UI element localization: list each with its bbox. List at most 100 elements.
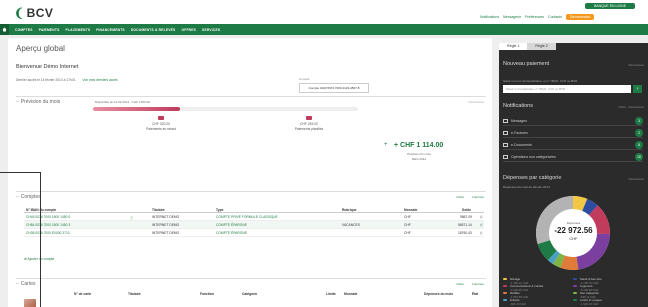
available-label: Disponible au 14.02.2014 : CHF 1'360.00 (95, 100, 150, 104)
col-card-number[interactable]: N° de carte (74, 292, 91, 296)
preferences-link[interactable]: Préférences (525, 15, 544, 19)
notification-efactures[interactable]: e-Factures 2 (503, 128, 643, 138)
info-icon[interactable]: ⓘ (130, 215, 133, 220)
donut-label: Dépenses (566, 221, 581, 225)
spending-period: Dépenses du mois de Février 2014 (503, 185, 550, 189)
table-row[interactable]: CH38 0076 7000 E0000 3713 INTERNET DEMO … (24, 229, 484, 237)
accounts-print-link[interactable]: Imprimer (472, 195, 484, 199)
cards-section-header[interactable]: – Cartes Ordre Imprimer (16, 278, 486, 287)
legend-swatch (573, 285, 577, 288)
welcome-text: Bienvenue Démo Internet (16, 64, 79, 70)
spending-title: Dépenses par catégorie (503, 175, 562, 181)
accounts-order-link[interactable]: Ordre (456, 195, 464, 199)
notification-label: Opérations non catégorisées (511, 155, 556, 159)
table-header: N° de carte Titulaire Fonction Catégorie… (24, 290, 484, 297)
notification-edocuments[interactable]: e-Documents 8 (503, 140, 643, 150)
donut-currency: CHF (569, 236, 578, 241)
plus-icon: + (384, 142, 388, 148)
last-access-text: Dernier accès le 14 février 2014 à 17h01 (16, 78, 76, 82)
late-payments-icon (158, 116, 164, 120)
cards-title: Cartes (20, 281, 36, 287)
col-card-limit[interactable]: Limite (326, 292, 336, 296)
col-card-state[interactable]: État (472, 292, 478, 296)
new-payment-settings[interactable]: Paramètres (628, 63, 644, 67)
row-iban[interactable]: CH84 0076 7000 1800 1450 3 (26, 223, 70, 227)
home-button[interactable] (0, 24, 9, 35)
planned-payments-label[interactable]: Paiements planifiés (279, 127, 339, 131)
tab-regle-2[interactable]: Réglé 2 (527, 43, 556, 50)
nav-services[interactable]: SERVICES (202, 28, 220, 32)
nav-payments[interactable]: PAIEMENTS (39, 28, 60, 32)
messaging-link[interactable]: Messagerie (503, 15, 521, 19)
col-card-spending[interactable]: Dépenses du mois (424, 292, 453, 296)
account-select[interactable]: Compte 0100 5974.7000.4123-4567-8 (299, 83, 369, 93)
row-balance: 9867.09 (460, 215, 472, 219)
row-rubrique: VACANCES (342, 223, 360, 227)
notifications-order[interactable]: Ordre (618, 105, 626, 109)
col-currency[interactable]: Monnaie (404, 208, 417, 212)
col-iban[interactable]: N° IBAN du compte (26, 208, 56, 212)
nav-offers[interactable]: OFFRES (181, 28, 196, 32)
cards-print-link[interactable]: Imprimer (472, 282, 484, 286)
sidebar: Réglé 1 Réglé 2 Nouveau paiement Paramèt… (499, 43, 648, 307)
table-row[interactable]: CH84 0076 7000 1800 1450 3 INTERNET DEMO… (24, 221, 484, 229)
col-balance[interactable]: Solde (462, 208, 471, 212)
notifications-link[interactable]: Notifications (480, 15, 499, 19)
row-holder: INTERNET DEMO (152, 223, 180, 227)
forecast-title: Prévision du mois (20, 99, 61, 105)
nav-investments[interactable]: PLACEMENTS (66, 28, 91, 32)
row-iban[interactable]: CH38 0076 7000 E0000 3713 (26, 231, 70, 235)
nav-documents[interactable]: DOCUMENTS & RELEVÉS (131, 28, 176, 32)
logout-button[interactable]: Déconnexion (565, 14, 595, 20)
card-image[interactable] (24, 299, 36, 307)
nav-financing[interactable]: FINANCEMENTS (96, 28, 125, 32)
accounts-section-header[interactable]: – Comptes Ordre Imprimer (16, 191, 486, 200)
row-type[interactable]: COMPTE ÉPARGNE (216, 223, 247, 227)
nav-accounts[interactable]: COMPTES (15, 28, 33, 32)
notification-uncategorized[interactable]: Opérations non catégorisées 18 (503, 152, 643, 162)
col-rubrique[interactable]: Rubrique (342, 208, 356, 212)
bcv-logo[interactable]: ❨ BCV (14, 6, 53, 20)
last-access-link[interactable]: Voir mes derniers accès (83, 78, 118, 82)
tab-regle-1[interactable]: Réglé 1 (499, 43, 528, 50)
print-icon[interactable]: ⎙ (480, 231, 483, 235)
row-iban[interactable]: CH45 0076 7000 1800 1450 0 (26, 215, 70, 219)
notifications-settings[interactable]: Paramètres (628, 105, 644, 109)
col-card-holder[interactable]: Titulaire (128, 292, 141, 296)
cards-order-link[interactable]: Ordre (456, 282, 464, 286)
col-card-currency[interactable]: Monnaie (344, 292, 357, 296)
late-payments-label[interactable]: Paiements en retard (131, 127, 191, 131)
main-nav: COMPTES PAIEMENTS PLACEMENTS FINANCEMENT… (0, 24, 648, 35)
collapse-icon[interactable]: – (16, 281, 19, 287)
table-row[interactable]: CH45 0076 7000 1800 1450 0 ⓘ INTERNET DE… (24, 213, 484, 221)
col-card-function[interactable]: Fonction (200, 292, 214, 296)
notification-label: Messages (511, 119, 527, 123)
notification-messages[interactable]: Messages 3 (503, 116, 643, 126)
col-type[interactable]: Type (216, 208, 223, 212)
accounts-title: Comptes (20, 194, 41, 200)
go-button[interactable]: › (633, 85, 642, 93)
spending-settings[interactable]: Paramètres (628, 177, 644, 181)
print-icon[interactable]: ⎙ (480, 223, 483, 227)
forecast-settings-link[interactable]: Paramètres (468, 100, 484, 104)
account-label: Compte (299, 77, 310, 81)
print-icon[interactable]: ⎙ (480, 215, 483, 219)
new-payment-title: Nouveau paiement (503, 61, 550, 67)
table-header: N° IBAN du compte Titulaire Type Rubriqu… (24, 206, 484, 213)
col-holder[interactable]: Titulaire (152, 208, 165, 212)
legend-item[interactable]: Loisirs & voyages -1 920.00 CHF (573, 298, 633, 306)
collapse-icon[interactable]: – (16, 194, 19, 200)
legend-item[interactable]: Enfants -601.60 CHF (503, 298, 563, 306)
legend-swatch (503, 292, 507, 295)
legend-value: -1 920.00 CHF (580, 302, 599, 306)
collapse-icon[interactable]: – (16, 99, 19, 105)
forecast-section-header[interactable]: – Prévision du mois Paramètres (16, 96, 486, 105)
contacts-link[interactable]: Contacts (548, 15, 562, 19)
planned-payments-value: CHF 245.00 (300, 122, 318, 126)
late-payments-value: CHF 320.00 (152, 122, 170, 126)
col-card-category[interactable]: Catégorie (242, 292, 257, 296)
row-type[interactable]: COMPTE ÉPARGNE (216, 231, 247, 235)
limit-bar-fill (93, 107, 181, 111)
beneficiary-input[interactable]: Saisir un bénéficiaire, n° IBAN, CCP ou … (503, 85, 631, 93)
row-type[interactable]: COMPTE PRIVÉ FORMULE CLASSIQUE (216, 215, 278, 219)
